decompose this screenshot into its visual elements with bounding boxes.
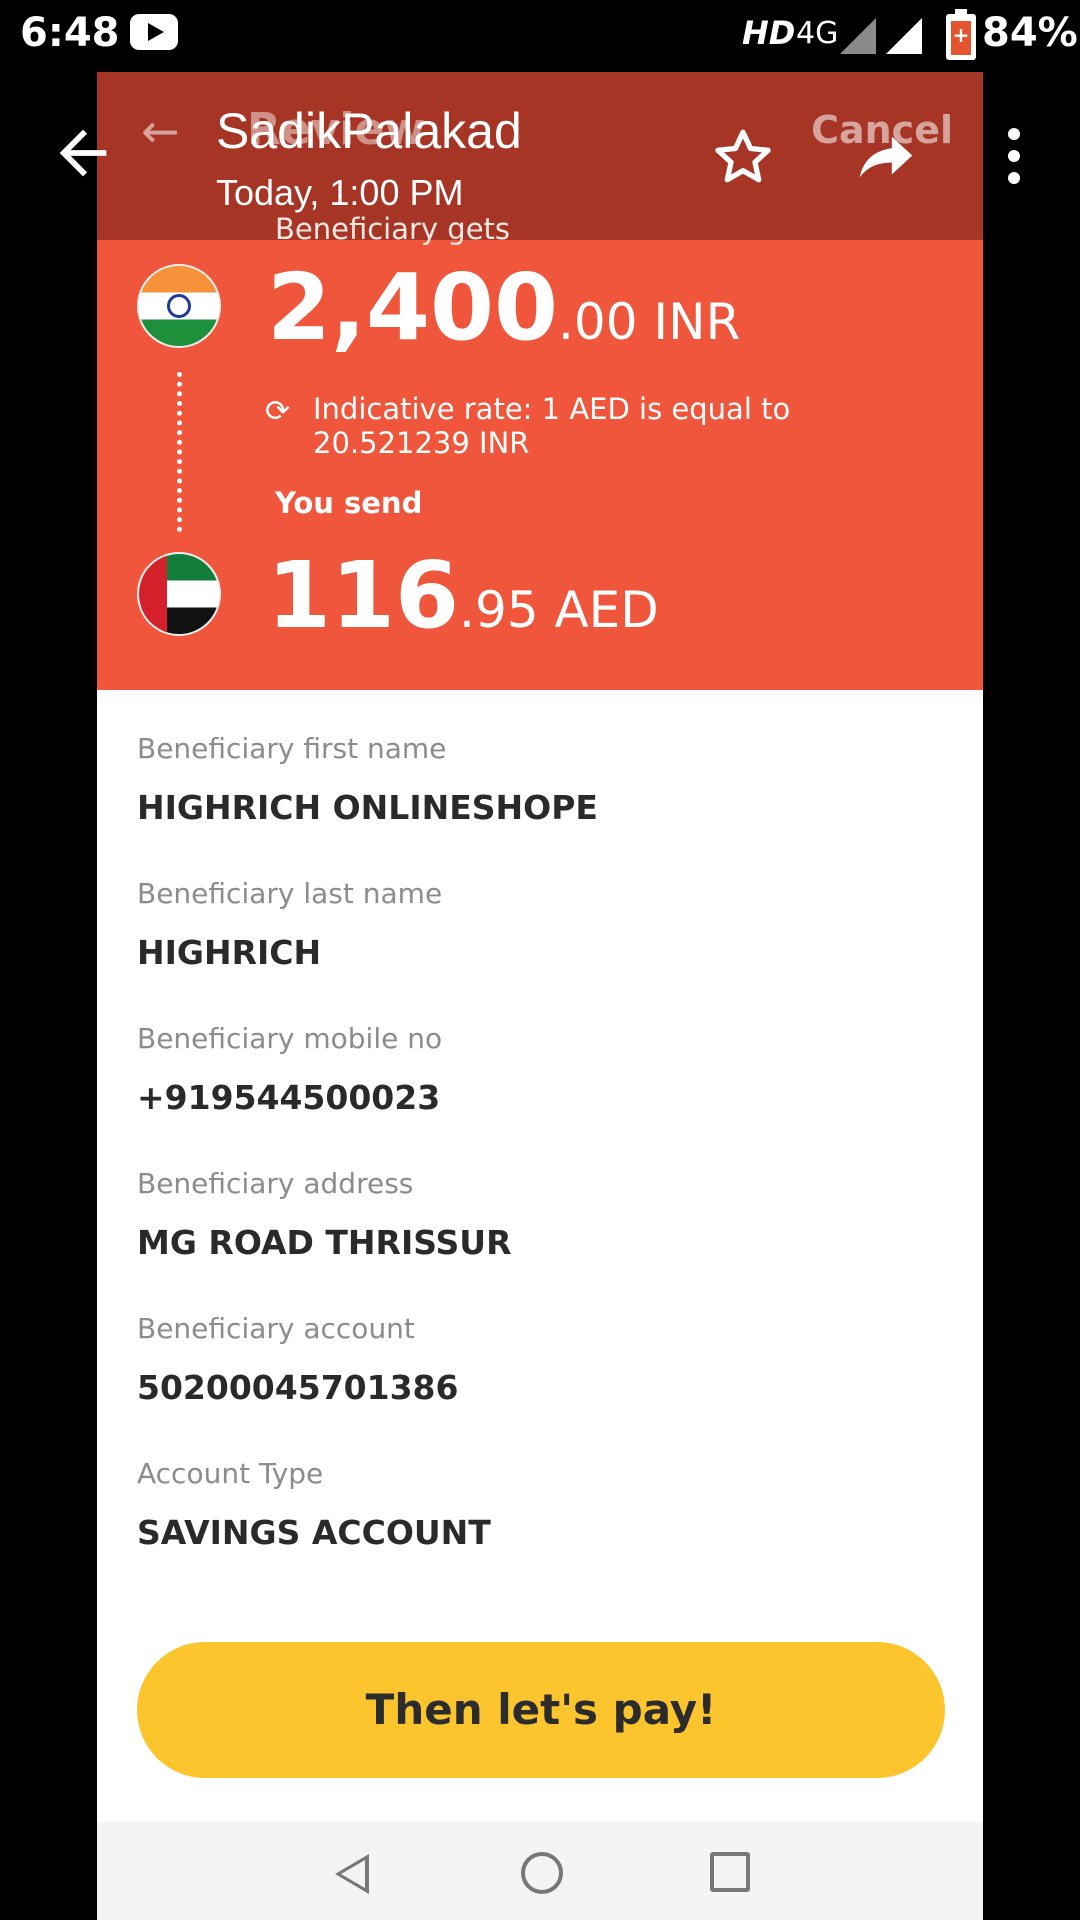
viewer-toolbar: SadikPalakad Today, 1:00 PM bbox=[0, 72, 1080, 240]
exchange-rate: Indicative rate: 1 AED is equal to 20.52… bbox=[313, 392, 791, 460]
signal-icon bbox=[840, 18, 876, 54]
field-label: Beneficiary address bbox=[137, 1167, 414, 1200]
battery-icon: + bbox=[946, 9, 976, 60]
field-value: MG ROAD THRISSUR bbox=[137, 1223, 512, 1262]
you-send-label: You send bbox=[275, 486, 423, 520]
connector-line bbox=[177, 372, 182, 532]
navigation-bar bbox=[97, 1822, 983, 1920]
field-value: +919544500023 bbox=[137, 1078, 441, 1117]
screenshot-content: ← Review Cancel Beneficiary gets 2,400.0… bbox=[97, 72, 983, 1920]
field-value: HIGHRICH bbox=[137, 933, 322, 972]
charging-icon: + bbox=[952, 23, 970, 47]
field-value: SAVINGS ACCOUNT bbox=[137, 1513, 491, 1552]
network-type: 4G bbox=[796, 16, 839, 51]
beneficiary-details: Beneficiary first name HIGHRICH ONLINESH… bbox=[137, 732, 957, 1602]
nav-home-icon[interactable] bbox=[521, 1852, 563, 1894]
detail-field: Beneficiary first name HIGHRICH ONLINESH… bbox=[137, 732, 957, 877]
battery-percent: 84% bbox=[982, 10, 1078, 56]
more-vert-icon[interactable] bbox=[996, 128, 1032, 198]
field-label: Beneficiary first name bbox=[137, 732, 447, 765]
status-bar: 6:48 HD 4G + 84% bbox=[0, 0, 1080, 72]
star-icon[interactable] bbox=[708, 122, 778, 192]
back-arrow-icon[interactable] bbox=[48, 118, 118, 188]
youtube-icon bbox=[130, 14, 178, 50]
pay-button[interactable]: Then let's pay! bbox=[137, 1642, 945, 1778]
uae-flag-icon bbox=[137, 552, 221, 636]
detail-field: Account Type SAVINGS ACCOUNT bbox=[137, 1457, 957, 1602]
sender-name: SadikPalakad bbox=[216, 103, 522, 159]
send-amount-whole: 116 bbox=[267, 542, 460, 649]
receive-amount-whole: 2,400 bbox=[267, 254, 559, 361]
field-label: Beneficiary mobile no bbox=[137, 1022, 443, 1055]
message-time: Today, 1:00 PM bbox=[216, 172, 464, 213]
detail-field: Beneficiary mobile no +919544500023 bbox=[137, 1022, 957, 1167]
signal-icon bbox=[886, 18, 922, 54]
receive-amount-fraction: .00 INR bbox=[558, 293, 741, 351]
send-amount-fraction: .95 AED bbox=[459, 581, 659, 639]
field-value: 50200045701386 bbox=[137, 1368, 459, 1407]
field-label: Beneficiary last name bbox=[137, 877, 443, 910]
refresh-icon: ⟳ bbox=[265, 394, 291, 429]
field-value: HIGHRICH ONLINESHOPE bbox=[137, 788, 598, 827]
share-icon[interactable] bbox=[846, 122, 926, 192]
detail-field: Beneficiary account 50200045701386 bbox=[137, 1312, 957, 1457]
nav-recents-icon[interactable] bbox=[710, 1852, 750, 1892]
detail-field: Beneficiary last name HIGHRICH bbox=[137, 877, 957, 1022]
field-label: Account Type bbox=[137, 1457, 324, 1490]
status-time: 6:48 bbox=[20, 10, 120, 56]
detail-field: Beneficiary address MG ROAD THRISSUR bbox=[137, 1167, 957, 1312]
send-amount: 116.95 AED bbox=[267, 542, 659, 649]
receive-amount: 2,400.00 INR bbox=[267, 254, 740, 361]
hd-label: HD bbox=[742, 14, 796, 52]
nav-back-icon[interactable] bbox=[335, 1854, 369, 1894]
field-label: Beneficiary account bbox=[137, 1312, 415, 1345]
india-flag-icon bbox=[137, 264, 221, 348]
